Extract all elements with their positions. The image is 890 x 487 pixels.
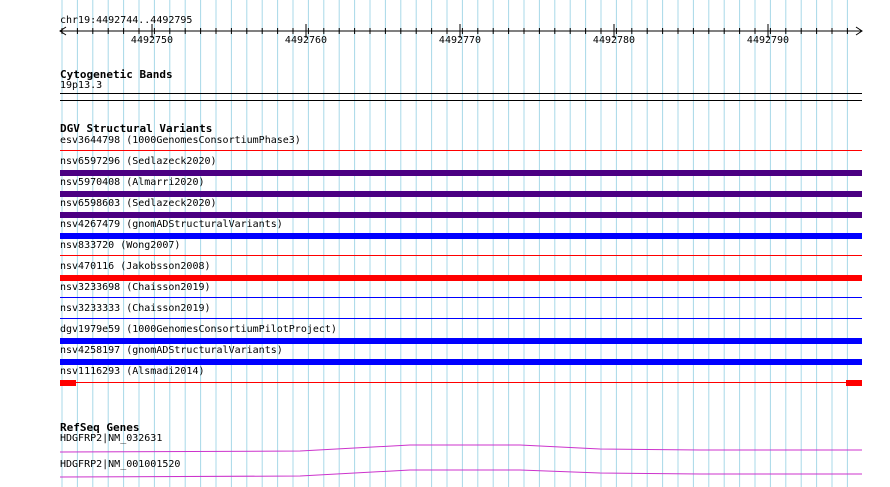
dgv-item-bar[interactable] [60, 191, 862, 197]
ruler-tick-label: 4492790 [746, 35, 790, 46]
dgv-item-label[interactable]: nsv5970408 (Almarri2020) [60, 177, 205, 189]
dgv-item-bar[interactable] [60, 359, 862, 365]
dgv-item-bar[interactable] [60, 318, 862, 319]
ruler-tick-label: 4492770 [438, 35, 482, 46]
cytoband-label: 19p13.3 [60, 80, 103, 91]
dgv-item-label[interactable]: nsv3233333 (Chaisson2019) [60, 303, 211, 315]
dgv-item-bar[interactable] [60, 382, 862, 383]
ruler-tick-label: 4492780 [592, 35, 636, 46]
dgv-item-label[interactable]: dgv1979e59 (1000GenomesConsortiumPilotPr… [60, 324, 337, 336]
dgv-item-label[interactable]: nsv833720 (Wong2007) [60, 240, 180, 252]
dgv-item-bar[interactable] [60, 297, 862, 298]
dgv-item-bar[interactable] [60, 150, 862, 151]
dgv-item-block-right[interactable] [846, 380, 862, 386]
genome-browser-view: chr19:4492744..4492795 4492750 4492760 449… [0, 0, 890, 487]
refseq-gene-models [59, 444, 862, 478]
dgv-item-block-left[interactable] [60, 380, 76, 386]
ruler-tick-label: 4492750 [130, 35, 174, 46]
dgv-item-bar[interactable] [60, 275, 862, 281]
dgv-item-label[interactable]: nsv3233698 (Chaisson2019) [60, 282, 211, 294]
gene-model-nm-032631[interactable] [59, 444, 862, 453]
dgv-item-bar[interactable] [60, 338, 862, 344]
ruler-axis [59, 24, 863, 38]
dgv-track-title[interactable]: DGV Structural Variants [60, 122, 212, 135]
cytoband-line-bottom [60, 100, 862, 101]
dgv-item-label[interactable]: nsv6597296 (Sedlazeck2020) [60, 156, 217, 168]
dgv-item-bar[interactable] [60, 255, 862, 256]
gene-model-nm-001001520[interactable] [59, 469, 862, 478]
dgv-item-bar[interactable] [60, 212, 862, 218]
ruler-tick-label: 4492760 [284, 35, 328, 46]
dgv-item-label[interactable]: nsv1116293 (Alsmadi2014) [60, 366, 205, 378]
dgv-item-bar[interactable] [60, 170, 862, 176]
dgv-item-bar[interactable] [60, 233, 862, 239]
cytoband-line-top [60, 93, 862, 94]
dgv-item-label[interactable]: nsv6598603 (Sedlazeck2020) [60, 198, 217, 210]
dgv-item-label[interactable]: esv3644798 (1000GenomesConsortiumPhase3) [60, 135, 301, 147]
dgv-item-label[interactable]: nsv4267479 (gnomADStructuralVariants) [60, 219, 283, 231]
dgv-item-label[interactable]: nsv470116 (Jakobsson2008) [60, 261, 211, 273]
dgv-item-label[interactable]: nsv4258197 (gnomADStructuralVariants) [60, 345, 283, 357]
